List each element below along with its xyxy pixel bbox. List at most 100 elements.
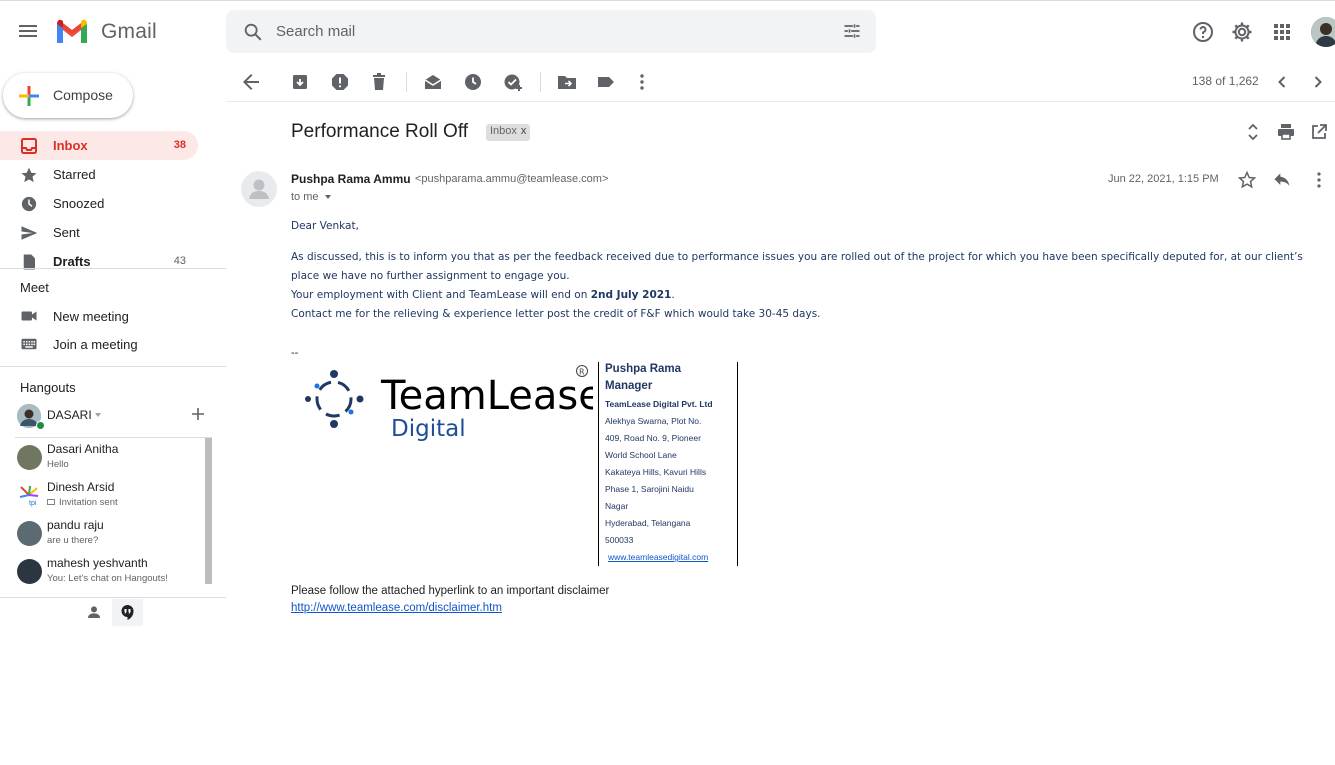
disclaimer-link[interactable]: http://www.teamlease.com/disclaimer.htm xyxy=(291,602,502,614)
contact-message: are u there? xyxy=(47,535,99,546)
divider xyxy=(0,366,226,367)
recipient-details-toggle[interactable]: to me xyxy=(291,191,331,203)
search-options-icon[interactable] xyxy=(842,21,862,41)
email-subject: Performance Roll Off xyxy=(291,121,469,142)
online-status-dot xyxy=(36,421,45,430)
sender-name[interactable]: Pushpa Rama Ammu xyxy=(291,172,411,186)
back-arrow-icon[interactable] xyxy=(239,70,263,94)
sidebar-item-sent[interactable]: Sent xyxy=(0,218,198,247)
contacts-person-icon[interactable] xyxy=(86,604,102,625)
signature-website-link[interactable]: www.teamleasedigital.com xyxy=(608,552,708,562)
snooze-clock-icon[interactable] xyxy=(461,70,485,94)
hangouts-contact-list: Dasari Anitha Hello tpi Dinesh Arsid Inv… xyxy=(15,437,212,584)
signature-separator: -- xyxy=(291,347,299,359)
logo-wordmark: TeamLease xyxy=(380,373,593,419)
search-bar[interactable] xyxy=(226,10,876,53)
sidebar-item-snoozed[interactable]: Snoozed xyxy=(0,189,198,218)
email-signature: Pushpa Rama Manager TeamLease Digital Pv… xyxy=(598,362,738,566)
archive-icon[interactable] xyxy=(288,70,312,94)
list-item[interactable]: mahesh yeshvanth You: Let's chat on Hang… xyxy=(15,552,203,590)
list-item[interactable]: pandu raju are u there? xyxy=(15,514,203,552)
search-icon[interactable] xyxy=(242,21,264,43)
divider xyxy=(0,268,226,269)
contact-name: Dasari Anitha xyxy=(47,442,119,456)
app-name: Gmail xyxy=(101,20,157,43)
previous-chevron-icon[interactable] xyxy=(1270,70,1294,94)
add-to-tasks-icon[interactable] xyxy=(501,70,525,94)
new-meeting-item[interactable]: New meeting xyxy=(0,302,226,330)
report-spam-icon[interactable] xyxy=(328,70,352,94)
more-vertical-icon[interactable] xyxy=(630,70,654,94)
contact-name: mahesh yeshvanth xyxy=(47,556,148,570)
account-avatar[interactable] xyxy=(1311,17,1335,47)
avatar xyxy=(17,521,42,546)
hangouts-user[interactable]: DASARI xyxy=(17,402,217,432)
join-meeting-item[interactable]: Join a meeting xyxy=(0,330,226,358)
settings-gear-icon[interactable] xyxy=(1230,20,1254,44)
sidebar: Compose Inbox 38 Starred Snoozed Sent Dr… xyxy=(0,62,226,765)
delete-trash-icon[interactable] xyxy=(367,70,391,94)
contact-message: You: Let's chat on Hangouts! xyxy=(47,573,168,584)
hangouts-section-title: Hangouts xyxy=(20,380,76,395)
add-chat-icon[interactable] xyxy=(190,406,206,427)
sender-email: <pushparama.ammu@teamlease.com> xyxy=(415,173,609,185)
keyboard-icon xyxy=(20,335,38,358)
meet-item-label: New meeting xyxy=(53,309,129,324)
toolbar-separator xyxy=(406,72,407,92)
top-bar: Gmail xyxy=(0,0,1335,62)
main-menu-icon[interactable] xyxy=(16,19,40,43)
sidebar-item-starred[interactable]: Starred xyxy=(0,160,198,189)
label-tag-icon[interactable] xyxy=(594,70,618,94)
scrollbar[interactable] xyxy=(205,438,212,584)
remove-label-icon[interactable]: x xyxy=(521,125,527,137)
signature-title: Manager xyxy=(605,380,653,392)
mark-unread-icon[interactable] xyxy=(421,70,445,94)
compose-label: Compose xyxy=(53,87,113,103)
signature-address-line: Kakateya Hills, Kavuri Hills xyxy=(605,467,707,477)
list-item[interactable]: Dasari Anitha Hello xyxy=(15,438,203,476)
teamlease-digital-logo: TeamLease Digital R xyxy=(303,364,603,444)
move-to-folder-icon[interactable] xyxy=(555,70,579,94)
compose-button[interactable]: Compose xyxy=(3,73,133,118)
meet-item-label: Join a meeting xyxy=(53,337,138,352)
signature-address-line: Hyderabad, Telangana xyxy=(605,518,691,528)
draft-icon xyxy=(20,253,38,276)
send-icon xyxy=(20,224,38,247)
avatar xyxy=(17,445,42,470)
envelope-icon xyxy=(47,499,55,506)
sender-avatar[interactable] xyxy=(241,171,277,207)
apps-grid-icon[interactable] xyxy=(1270,20,1294,44)
label-text: Inbox xyxy=(490,125,517,137)
star-icon xyxy=(20,166,38,189)
sidebar-item-inbox[interactable]: Inbox 38 xyxy=(0,131,198,160)
signature-address-line: Nagar xyxy=(605,501,629,511)
more-vertical-icon[interactable] xyxy=(1309,170,1329,190)
reply-icon[interactable] xyxy=(1272,170,1292,190)
print-icon[interactable] xyxy=(1276,122,1296,142)
sidebar-item-drafts[interactable]: Drafts 43 xyxy=(0,247,198,276)
signature-name: Pushpa Rama xyxy=(605,363,682,375)
search-input[interactable] xyxy=(276,10,826,53)
chevron-down-icon[interactable] xyxy=(95,413,101,417)
svg-text:tpi: tpi xyxy=(29,500,37,507)
help-icon[interactable] xyxy=(1191,20,1215,44)
signature-address-line: 409, Road No. 9, Pioneer xyxy=(605,433,701,443)
expand-all-icon[interactable] xyxy=(1243,122,1263,142)
inbox-label-chip[interactable]: Inbox x xyxy=(486,124,531,141)
gmail-logo-icon[interactable] xyxy=(55,18,89,45)
plus-icon xyxy=(17,84,41,108)
open-new-window-icon[interactable] xyxy=(1309,122,1329,142)
list-item[interactable]: tpi Dinesh Arsid Invitation sent xyxy=(15,476,203,514)
body-paragraph: Your employment with Client and TeamLeas… xyxy=(291,289,675,301)
draft-count: 43 xyxy=(173,255,186,267)
hangouts-icon[interactable] xyxy=(112,599,143,626)
email-body: Dear Venkat, As discussed, this is to in… xyxy=(291,217,1321,324)
signature-company: TeamLease Digital Pvt. Ltd xyxy=(605,399,713,409)
next-chevron-icon[interactable] xyxy=(1306,70,1330,94)
sidebar-item-label: Starred xyxy=(53,167,96,182)
body-paragraph: As discussed, this is to inform you that… xyxy=(291,251,1303,282)
star-icon[interactable] xyxy=(1237,170,1257,190)
divider xyxy=(0,597,226,598)
logo-mark-icon xyxy=(305,370,364,428)
registered-mark: R xyxy=(579,368,585,377)
